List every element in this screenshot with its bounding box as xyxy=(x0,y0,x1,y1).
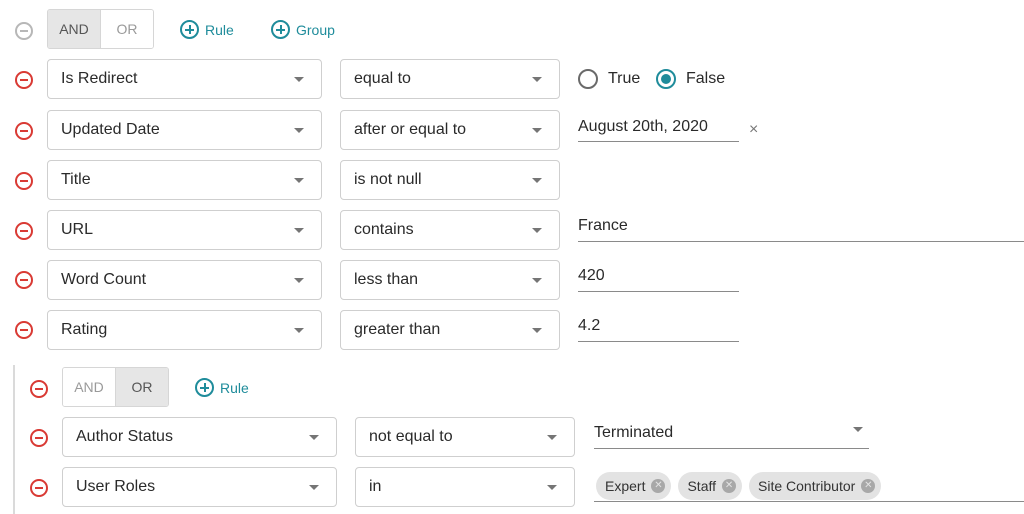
operator-select[interactable]: greater than xyxy=(340,310,560,350)
remove-rule-icon[interactable] xyxy=(30,479,48,497)
group-conjunction-toggle: AND OR xyxy=(62,367,169,407)
group-add-rule-label: Rule xyxy=(220,379,249,396)
clear-date-icon[interactable]: × xyxy=(749,122,758,138)
radio-unchecked-icon xyxy=(578,69,598,89)
chip-label: Staff xyxy=(687,478,717,494)
remove-rule-icon[interactable] xyxy=(15,271,33,289)
chip-site-contributor: Site Contributor ✕ xyxy=(749,472,882,500)
group-or-button[interactable]: OR xyxy=(115,368,168,406)
operator-select[interactable]: contains xyxy=(340,210,560,250)
caret-down-icon xyxy=(532,77,542,82)
field-select-value: User Roles xyxy=(76,478,156,495)
remove-rule-icon[interactable] xyxy=(30,429,48,447)
chip-expert: Expert ✕ xyxy=(596,472,672,500)
operator-select-value: greater than xyxy=(354,321,441,338)
operator-select[interactable]: not equal to xyxy=(355,417,575,457)
field-select[interactable]: Word Count xyxy=(47,260,322,300)
rating-input[interactable]: 4.2 xyxy=(578,317,739,342)
caret-down-icon xyxy=(547,485,557,490)
operator-select-value: equal to xyxy=(354,70,411,87)
add-rule-label: Rule xyxy=(205,21,234,38)
operator-select-value: not equal to xyxy=(369,428,453,445)
caret-down-icon xyxy=(532,228,542,233)
field-select-value: Author Status xyxy=(76,428,173,445)
date-input[interactable]: August 20th, 2020 xyxy=(578,118,739,142)
caret-down-icon xyxy=(294,278,304,283)
caret-down-icon xyxy=(309,485,319,490)
field-select-value: Title xyxy=(61,171,91,188)
operator-select[interactable]: less than xyxy=(340,260,560,300)
remove-rule-icon[interactable] xyxy=(15,321,33,339)
operator-select-value: after or equal to xyxy=(354,121,467,138)
field-select[interactable]: Is Redirect xyxy=(47,59,322,99)
remove-rule-icon[interactable] xyxy=(15,172,33,190)
operator-select-value: in xyxy=(369,478,382,495)
group-add-rule-button[interactable]: Rule xyxy=(195,378,249,397)
add-rule-button[interactable]: Rule xyxy=(180,20,234,39)
operator-select[interactable]: after or equal to xyxy=(340,110,560,150)
word-count-input[interactable]: 420 xyxy=(578,267,739,292)
caret-down-icon xyxy=(532,178,542,183)
user-roles-chips: Expert ✕ Staff ✕ Site Contributor ✕ xyxy=(596,472,882,500)
operator-select-value: is not null xyxy=(354,171,422,188)
field-select[interactable]: URL xyxy=(47,210,322,250)
remove-rule-icon[interactable] xyxy=(15,71,33,89)
radio-false-label: False xyxy=(686,70,726,87)
caret-down-icon xyxy=(532,128,542,133)
caret-down-icon xyxy=(294,178,304,183)
operator-select-value: less than xyxy=(354,271,419,288)
close-circle-icon[interactable]: ✕ xyxy=(722,479,737,493)
remove-group-icon[interactable] xyxy=(30,380,48,398)
add-group-label: Group xyxy=(296,21,335,38)
field-select[interactable]: Updated Date xyxy=(47,110,322,150)
root-conjunction-toggle: AND OR xyxy=(47,9,154,49)
root-and-button[interactable]: AND xyxy=(48,10,100,48)
caret-down-icon xyxy=(547,435,557,440)
remove-rule-icon[interactable] xyxy=(15,222,33,240)
radio-false[interactable]: False xyxy=(656,69,725,89)
group-and-button[interactable]: AND xyxy=(63,368,115,406)
field-select-value: Rating xyxy=(61,321,108,338)
field-select[interactable]: Title xyxy=(47,160,322,200)
field-select[interactable]: Author Status xyxy=(62,417,337,457)
add-group-button[interactable]: Group xyxy=(271,20,335,39)
close-circle-icon[interactable]: ✕ xyxy=(651,479,666,493)
chip-staff: Staff ✕ xyxy=(678,472,743,500)
operator-select[interactable]: in xyxy=(355,467,575,507)
url-input[interactable]: France xyxy=(578,217,1024,242)
operator-select-value: contains xyxy=(354,221,414,238)
radio-true[interactable]: True xyxy=(578,69,640,89)
field-select-value: Is Redirect xyxy=(61,70,138,87)
field-select[interactable]: Rating xyxy=(47,310,322,350)
caret-down-icon xyxy=(294,128,304,133)
root-or-button[interactable]: OR xyxy=(100,10,153,48)
chip-label: Site Contributor xyxy=(758,478,856,494)
plus-circle-icon xyxy=(180,20,199,39)
chip-label: Expert xyxy=(605,478,646,494)
group-indent-line xyxy=(13,365,15,514)
operator-select[interactable]: equal to xyxy=(340,59,560,99)
plus-circle-icon xyxy=(271,20,290,39)
caret-down-icon xyxy=(853,427,863,432)
caret-down-icon xyxy=(294,77,304,82)
remove-rule-icon[interactable] xyxy=(15,122,33,140)
caret-down-icon xyxy=(309,435,319,440)
radio-checked-icon xyxy=(656,69,676,89)
field-select[interactable]: User Roles xyxy=(62,467,337,507)
operator-select[interactable]: is not null xyxy=(340,160,560,200)
field-select-value: Updated Date xyxy=(61,121,160,138)
caret-down-icon xyxy=(294,328,304,333)
field-select-value: URL xyxy=(61,221,94,238)
author-status-select[interactable]: Terminated xyxy=(594,424,869,449)
caret-down-icon xyxy=(532,328,542,333)
field-select-value: Word Count xyxy=(61,271,147,288)
caret-down-icon xyxy=(294,228,304,233)
remove-root-group-icon[interactable] xyxy=(15,22,33,40)
author-status-value: Terminated xyxy=(594,424,674,441)
plus-circle-icon xyxy=(195,378,214,397)
caret-down-icon xyxy=(532,278,542,283)
close-circle-icon[interactable]: ✕ xyxy=(861,479,876,493)
radio-true-label: True xyxy=(608,70,641,87)
